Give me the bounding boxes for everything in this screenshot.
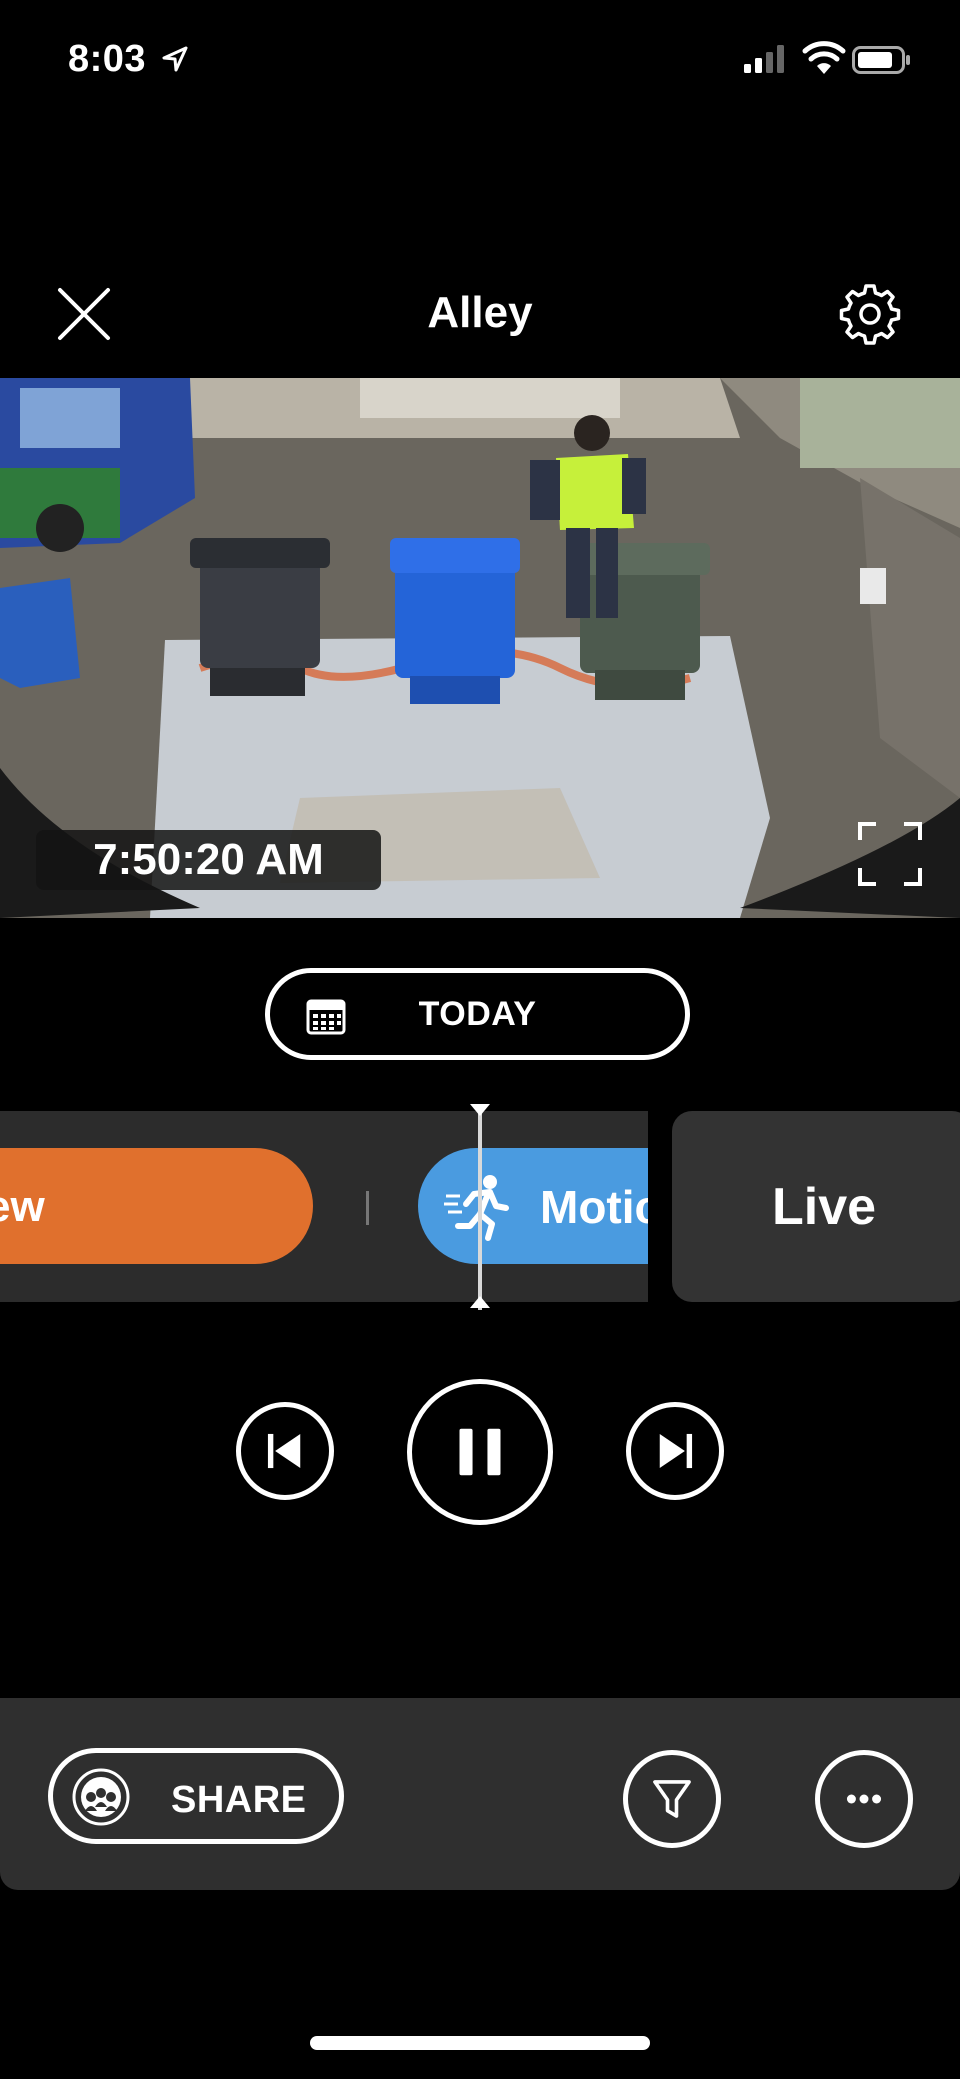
pause-button[interactable]	[407, 1379, 553, 1525]
skip-previous-button[interactable]	[236, 1402, 334, 1500]
skip-previous-icon	[267, 1433, 301, 1469]
calendar-icon	[306, 999, 346, 1035]
status-time: 8:03	[68, 38, 147, 80]
timeline-event-new[interactable]: ew	[0, 1148, 313, 1264]
timeline-divider	[366, 1191, 369, 1225]
page-title: Alley	[427, 288, 533, 337]
skip-next-icon	[659, 1433, 693, 1469]
skip-next-button[interactable]	[626, 1402, 724, 1500]
fullscreen-button[interactable]	[858, 822, 922, 886]
wifi-icon	[802, 41, 846, 74]
event-timeline[interactable]: ew Motic	[0, 1111, 648, 1302]
share-label: SHARE	[171, 1779, 307, 1821]
fullscreen-icon	[858, 822, 922, 886]
date-selector-button[interactable]: TODAY	[265, 968, 690, 1060]
timeline-event-motion[interactable]: Motic	[418, 1148, 648, 1264]
timeline-event-motion-label: Motic	[540, 1181, 648, 1233]
home-indicator[interactable]	[310, 2036, 650, 2050]
settings-button[interactable]	[838, 282, 902, 346]
filter-button[interactable]	[623, 1750, 721, 1848]
live-button[interactable]: Live	[672, 1111, 960, 1302]
pause-icon	[459, 1428, 501, 1476]
timeline-event-new-label: ew	[0, 1182, 45, 1231]
timeline-playhead[interactable]	[478, 1104, 482, 1310]
filter-icon	[653, 1780, 691, 1818]
video-timestamp: 7:50:20 AM	[36, 830, 381, 890]
gear-icon	[839, 284, 901, 345]
neighbors-share-icon	[72, 1768, 130, 1826]
location-arrow-icon	[162, 46, 188, 72]
more-dots-icon	[846, 1794, 882, 1804]
share-button[interactable]: SHARE	[48, 1748, 344, 1844]
more-options-button[interactable]	[815, 1750, 913, 1848]
playhead-bottom-marker	[470, 1296, 490, 1308]
cellular-signal-icon	[744, 45, 784, 73]
playhead-top-marker	[470, 1104, 490, 1116]
battery-icon	[852, 46, 910, 74]
